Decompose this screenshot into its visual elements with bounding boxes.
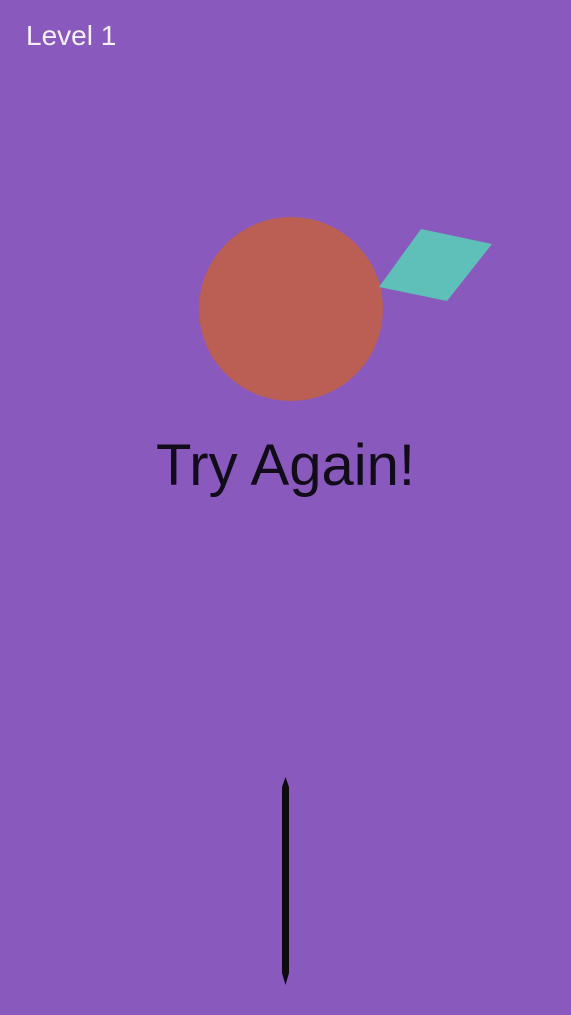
needle-shape [282, 777, 289, 985]
try-again-message: Try Again! [156, 433, 415, 498]
flying-slab [379, 229, 492, 301]
level-indicator: Level 1 [26, 20, 117, 51]
game-canvas[interactable]: Level 1 Try Again! [0, 0, 571, 1015]
needle-launcher[interactable] [280, 777, 291, 985]
target-ball [199, 217, 383, 401]
